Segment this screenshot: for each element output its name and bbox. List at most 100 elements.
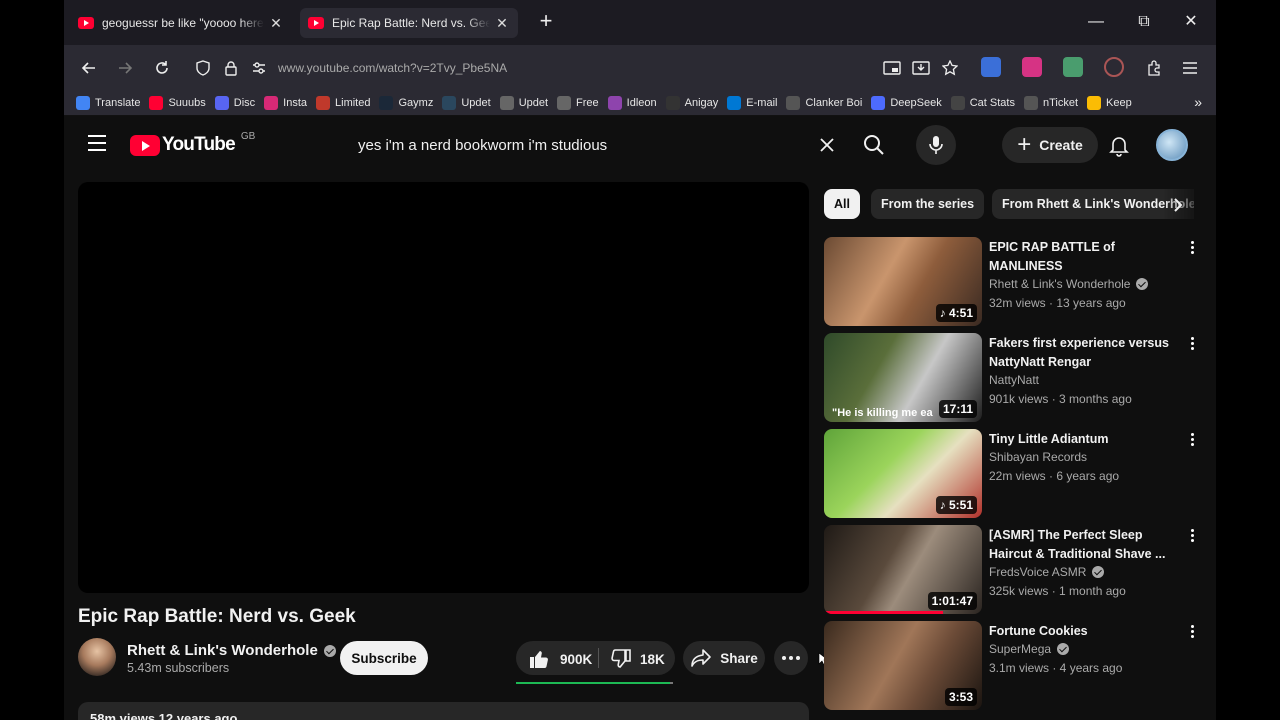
account-avatar[interactable]	[1156, 129, 1188, 161]
bookmark-item[interactable]: DeepSeek	[871, 95, 942, 110]
more-vertical-icon[interactable]	[1188, 433, 1196, 449]
tab-close-icon[interactable]: ✕	[494, 15, 510, 32]
like-button[interactable]: 900K	[528, 648, 592, 670]
video-thumbnail[interactable]: 3:53	[824, 621, 982, 710]
app-menu-icon[interactable]	[1177, 55, 1203, 81]
bookmark-item[interactable]: E-mail	[727, 95, 777, 110]
recommendation-channel[interactable]: Shibayan Records	[989, 450, 1087, 464]
bookmark-item[interactable]: Disc	[214, 95, 255, 110]
recommendation-channel[interactable]: Rhett & Link's Wonderhole	[989, 277, 1149, 291]
bookmark-item[interactable]: Translate	[76, 95, 140, 110]
video-thumbnail[interactable]: 1:01:47	[824, 525, 982, 614]
bookmark-item[interactable]: Idleon	[607, 95, 657, 110]
bookmark-item[interactable]: nTicket	[1023, 95, 1078, 110]
recommendation-channel[interactable]: NattyNatt	[989, 373, 1039, 387]
forward-arrow-icon[interactable]	[112, 55, 138, 81]
recommendation-title[interactable]: [ASMR] The Perfect Sleep Haircut & Tradi…	[989, 526, 1169, 564]
bookmark-item[interactable]: Clanker Boi	[786, 95, 862, 110]
more-vertical-icon[interactable]	[1188, 241, 1196, 257]
tab-epic-rap-battle[interactable]: Epic Rap Battle: Nerd vs. Geek - YouTu ✕	[300, 8, 518, 38]
more-vertical-icon[interactable]	[1188, 625, 1196, 641]
subscribe-button[interactable]: Subscribe	[340, 641, 428, 675]
video-thumbnail[interactable]: ♪ 5:51	[824, 429, 982, 518]
music-note-icon: ♪	[939, 306, 949, 320]
video-thumbnail[interactable]: ♪ 4:51	[824, 237, 982, 326]
recommendation-title[interactable]: Tiny Little Adiantum	[989, 430, 1169, 449]
bookmark-item[interactable]: Suuubs	[149, 95, 206, 110]
extension-music-icon[interactable]	[1063, 57, 1083, 77]
bookmark-item[interactable]: Cat Stats	[950, 95, 1015, 110]
reload-icon[interactable]	[149, 55, 175, 81]
duration-badge: ♪ 5:51	[935, 496, 977, 514]
extensions-puzzle-icon[interactable]	[1141, 55, 1167, 81]
watch-progress-bar	[824, 611, 943, 614]
recommendation-item[interactable]: ♪ 5:51 Tiny Little Adiantum Shibayan Recor…	[824, 429, 1204, 519]
extension-glasses-icon[interactable]	[1104, 57, 1124, 77]
minimize-icon[interactable]: —	[1081, 10, 1111, 34]
thumbnail-caption: "He is killing me ea	[832, 407, 933, 419]
new-tab-icon[interactable]: +	[534, 10, 558, 34]
more-vertical-icon[interactable]	[1188, 337, 1196, 353]
extension-translate-icon[interactable]	[981, 57, 1001, 77]
address-bar[interactable]: www.youtube.com/watch?v=2Tvy_Pbe5NA	[184, 52, 964, 84]
clear-search-icon[interactable]	[818, 136, 836, 154]
channel-name-row[interactable]: Rhett & Link's Wonderhole	[127, 642, 336, 659]
lock-icon[interactable]	[218, 55, 244, 81]
search-input[interactable]: yes i'm a nerd bookworm i'm studious	[344, 126, 844, 164]
recommendation-item[interactable]: ♪ 4:51 EPIC RAP BATTLE of MANLINESS Rhett …	[824, 237, 1204, 327]
recommendation-item[interactable]: 1:01:47 [ASMR] The Perfect Sleep Haircut …	[824, 525, 1204, 615]
guide-menu-icon[interactable]	[88, 135, 106, 151]
share-button[interactable]: Share	[683, 641, 765, 675]
more-actions-button[interactable]	[774, 641, 808, 675]
tab-close-icon[interactable]: ✕	[268, 15, 284, 32]
channel-name[interactable]: Rhett & Link's Wonderhole	[127, 642, 318, 659]
bookmarks-overflow-icon[interactable]: »	[1194, 94, 1202, 110]
chevron-right-icon[interactable]	[1168, 195, 1188, 215]
bookmark-favicon-icon	[1087, 95, 1101, 110]
recommendation-title[interactable]: EPIC RAP BATTLE of MANLINESS	[989, 238, 1169, 276]
back-arrow-icon[interactable]	[76, 55, 102, 81]
duration-badge: 1:01:47	[927, 592, 977, 610]
restore-icon[interactable]: ⧉	[1129, 10, 1159, 34]
bookmark-item[interactable]: Keep	[1087, 95, 1132, 110]
recommendation-item[interactable]: "He is killing me ea 17:11 Fakers first ex…	[824, 333, 1204, 423]
description-box[interactable]: 58m views 12 years ago	[78, 702, 809, 720]
close-window-icon[interactable]: ✕	[1176, 10, 1206, 34]
video-title: Epic Rap Battle: Nerd vs. Geek	[78, 606, 356, 627]
shield-icon[interactable]	[190, 55, 216, 81]
bookmark-item[interactable]: Anigay	[665, 95, 718, 110]
bookmark-item[interactable]: Updet	[499, 95, 548, 110]
bookmark-item[interactable]: Updet	[442, 95, 491, 110]
bookmark-item[interactable]: Free	[557, 95, 599, 110]
recommendation-channel[interactable]: SuperMega	[989, 642, 1070, 656]
create-button[interactable]: + Create	[1002, 127, 1098, 163]
bookmark-label: Free	[576, 96, 599, 109]
site-permissions-icon[interactable]	[246, 55, 272, 81]
more-vertical-icon[interactable]	[1188, 529, 1196, 545]
recommendation-title[interactable]: Fortune Cookies	[989, 622, 1169, 641]
bookmark-item[interactable]: Insta	[264, 95, 307, 110]
bookmark-item[interactable]: Gaymz	[379, 95, 433, 110]
chip-all[interactable]: All	[824, 189, 860, 219]
recommendation-title[interactable]: Fakers first experience versus NattyNatt…	[989, 334, 1169, 372]
bookmark-favicon-icon	[316, 95, 331, 110]
bookmark-star-icon[interactable]	[937, 55, 963, 81]
like-ratio-bar	[516, 682, 673, 684]
chip-from-channel[interactable]: From Rhett & Link's Wonderhole	[992, 189, 1194, 219]
picture-in-picture-icon[interactable]	[879, 55, 905, 81]
recommendation-channel[interactable]: FredsVoice ASMR	[989, 565, 1105, 579]
download-icon[interactable]	[908, 55, 934, 81]
video-thumbnail[interactable]: "He is killing me ea 17:11	[824, 333, 982, 422]
bookmark-item[interactable]: Limited	[316, 95, 370, 110]
dislike-button[interactable]: 18K	[610, 648, 665, 670]
tab-geoguessr[interactable]: geoguessr be like "yoooo here's the m ✕	[70, 8, 292, 38]
chip-from-the-series[interactable]: From the series	[871, 189, 985, 219]
search-button[interactable]	[856, 127, 892, 163]
channel-avatar[interactable]	[78, 638, 116, 676]
voice-search-button[interactable]	[916, 125, 956, 165]
youtube-logo[interactable]: YouTube GB	[130, 131, 255, 156]
extension-mic-icon[interactable]	[1022, 57, 1042, 77]
video-player[interactable]	[78, 182, 809, 593]
recommendation-item[interactable]: 3:53 Fortune Cookies SuperMega 3.1m views ·…	[824, 621, 1204, 711]
notifications-bell-icon[interactable]	[1106, 132, 1132, 158]
